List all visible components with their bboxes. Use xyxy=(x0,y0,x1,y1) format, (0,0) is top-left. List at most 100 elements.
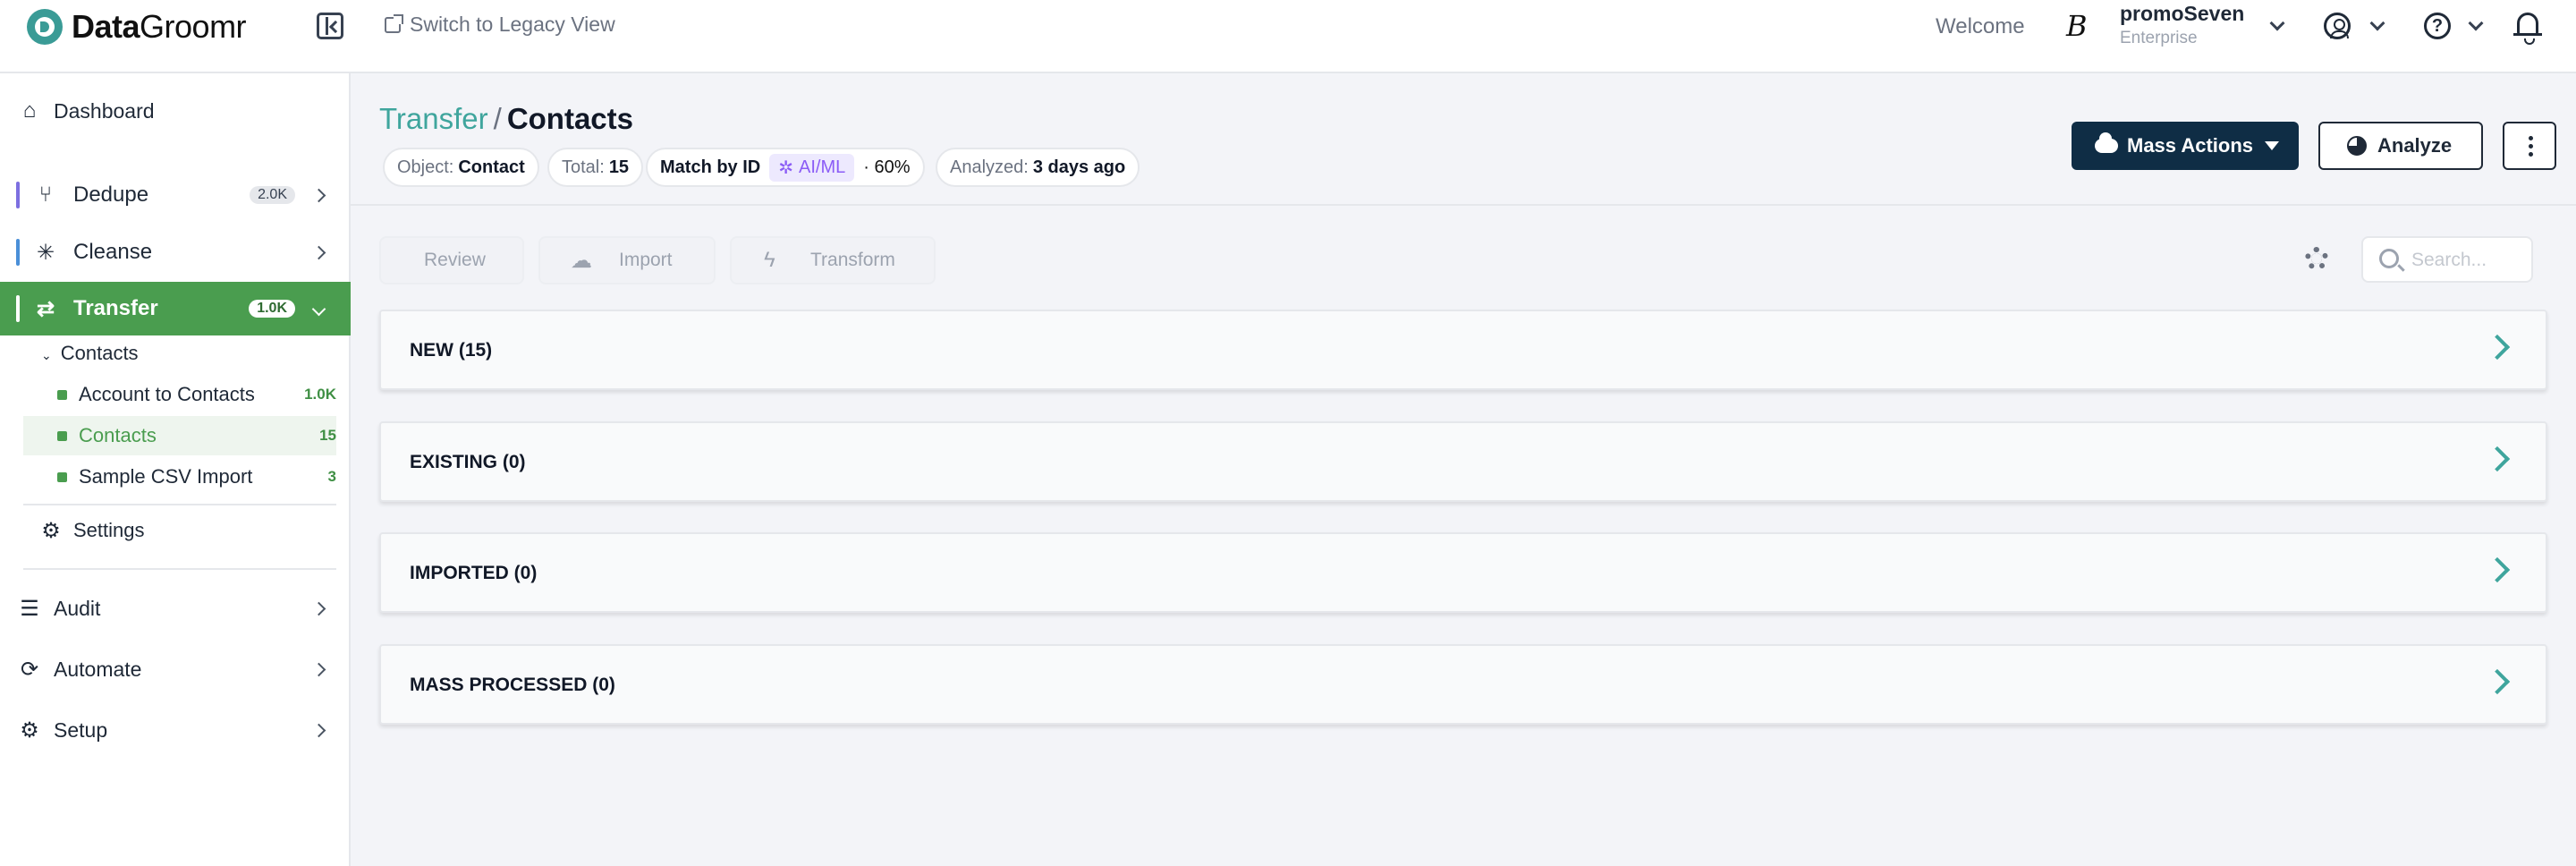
subitem-label: Account to Contacts xyxy=(79,383,255,405)
chip-value: Contact xyxy=(458,157,525,177)
sidebar-item-label: Dedupe xyxy=(73,183,149,207)
contacts-group[interactable]: ⌄ Contacts xyxy=(41,342,139,365)
sidebar-subitem-sample-csv-import[interactable]: Sample CSV Import 3 xyxy=(23,457,336,497)
sidebar-item-audit[interactable]: ☰ Audit xyxy=(0,585,351,632)
breadcrumb-transfer[interactable]: Transfer xyxy=(379,102,488,135)
section-label: EXISTING (0) xyxy=(410,452,526,472)
dedupe-count-badge: 2.0K xyxy=(250,186,295,204)
dedupe-accent xyxy=(16,182,20,208)
switch-legacy-label: Switch to Legacy View xyxy=(410,13,615,36)
search-icon xyxy=(2379,249,2399,268)
match-chip: Match by ID ✲ AI/ML · 60% xyxy=(646,148,925,187)
mass-actions-button[interactable]: Mass Actions xyxy=(2072,122,2299,170)
chip-value: 15 xyxy=(608,157,630,177)
sidebar-item-label: Automate xyxy=(54,657,142,681)
sidebar-subitem-account-to-contacts[interactable]: Account to Contacts 1.0K xyxy=(23,375,336,414)
chevron-right-icon xyxy=(311,188,326,202)
sidebar-item-cleanse[interactable]: ✳ Cleanse xyxy=(0,227,351,277)
sidebar-item-dedupe[interactable]: ⑂ Dedupe 2.0K xyxy=(0,170,351,220)
chip-label: Analyzed: xyxy=(950,157,1029,177)
status-dot xyxy=(57,389,67,400)
review-label: Review xyxy=(424,250,486,270)
status-dot xyxy=(57,471,67,482)
import-button[interactable]: ☁ Import xyxy=(538,236,716,284)
chevron-right-icon[interactable] xyxy=(2484,556,2511,583)
chevron-right-icon xyxy=(311,601,326,616)
subitem-label: Contacts xyxy=(79,424,157,446)
user-icon[interactable] xyxy=(2324,13,2351,39)
ai-icon: ✲ xyxy=(778,157,794,178)
sidebar-item-transfer[interactable]: ⇄ Transfer 1.0K xyxy=(0,282,351,335)
app-logo[interactable]: DataGroomr xyxy=(27,7,247,47)
settings-gear-icon: ⚙ xyxy=(41,518,61,543)
contacts-group-label: Contacts xyxy=(60,342,139,364)
org-plan: Enterprise xyxy=(2120,29,2198,47)
ai-ml-tag: ✲ AI/ML xyxy=(769,153,855,182)
page-title-text: Contacts xyxy=(506,102,633,135)
help-chevron-down-icon[interactable] xyxy=(2468,15,2484,31)
cleanse-icon: ✳ xyxy=(36,240,55,265)
logo-icon xyxy=(27,9,63,45)
status-dot xyxy=(57,430,67,441)
subitem-label: Sample CSV Import xyxy=(79,465,253,488)
section-label: IMPORTED (0) xyxy=(410,563,538,583)
object-chip: Object: Contact xyxy=(383,148,539,187)
analyzed-chip: Analyzed: 3 days ago xyxy=(936,148,1140,187)
audit-list-icon: ☰ xyxy=(20,596,39,621)
help-icon[interactable]: ? xyxy=(2424,13,2451,39)
chevron-down-icon xyxy=(311,301,326,316)
user-chevron-down-icon[interactable] xyxy=(2369,15,2385,31)
search-box[interactable] xyxy=(2361,236,2533,283)
subitem-count: 3 xyxy=(327,468,336,485)
search-input[interactable] xyxy=(2411,247,2528,274)
chevron-right-icon[interactable] xyxy=(2484,668,2511,695)
sidebar-collapse-icon[interactable] xyxy=(317,13,343,39)
transform-button[interactable]: ϟ Transform xyxy=(730,236,936,284)
import-label: Import xyxy=(619,250,673,270)
sidebar-item-label: Audit xyxy=(54,596,101,620)
chevron-right-icon[interactable] xyxy=(2484,334,2511,361)
external-link-icon xyxy=(385,13,403,33)
caret-down-icon[interactable] xyxy=(2265,141,2279,150)
section-new[interactable]: NEW (15) xyxy=(379,310,2547,390)
transform-label: Transform xyxy=(810,250,895,270)
transfer-accent xyxy=(16,295,20,322)
chevron-right-icon xyxy=(311,245,326,259)
review-button[interactable]: Review xyxy=(379,236,524,284)
ai-label: AI/ML xyxy=(799,157,846,177)
sidebar: ⌂ Dashboard ⑂ Dedupe 2.0K ✳ Cleanse ⇄ Tr… xyxy=(0,73,351,866)
sidebar-item-transfer-settings[interactable]: ⚙ Settings xyxy=(0,510,351,551)
sidebar-subitem-contacts[interactable]: Contacts 15 xyxy=(23,416,336,455)
cloud-upload-icon: ☁ xyxy=(571,248,592,273)
divider xyxy=(23,504,336,505)
sidebar-item-label: Transfer xyxy=(73,296,158,320)
section-mass-processed[interactable]: MASS PROCESSED (0) xyxy=(379,644,2547,725)
analyze-label: Analyze xyxy=(2377,134,2453,157)
sidebar-item-setup[interactable]: ⚙ Setup xyxy=(0,707,351,753)
chevron-right-icon xyxy=(311,723,326,737)
lightning-icon: ϟ xyxy=(764,248,775,272)
mass-actions-label: Mass Actions xyxy=(2127,134,2254,157)
sidebar-item-label: Settings xyxy=(73,519,145,541)
section-existing[interactable]: EXISTING (0) xyxy=(379,421,2547,502)
total-chip: Total: 15 xyxy=(547,148,644,187)
more-options-button[interactable] xyxy=(2503,122,2556,170)
switch-legacy-link[interactable]: Switch to Legacy View xyxy=(385,13,615,37)
gear-center xyxy=(2311,253,2322,264)
bell-icon[interactable] xyxy=(2513,13,2542,45)
automate-refresh-icon: ⟳ xyxy=(20,657,39,682)
sidebar-item-dashboard[interactable]: ⌂ Dashboard xyxy=(0,89,351,132)
page-title: Transfer / Contacts xyxy=(379,102,633,136)
org-name[interactable]: promoSeven xyxy=(2120,2,2244,26)
divider xyxy=(23,568,336,570)
section-imported[interactable]: IMPORTED (0) xyxy=(379,532,2547,613)
sidebar-item-automate[interactable]: ⟳ Automate xyxy=(0,646,351,692)
cloud-upload-icon xyxy=(2095,132,2118,153)
analyze-button[interactable]: Analyze xyxy=(2318,122,2483,170)
org-chevron-down-icon[interactable] xyxy=(2269,15,2285,31)
subitem-count: 15 xyxy=(319,427,336,444)
header-divider xyxy=(351,204,2576,206)
chevron-right-icon[interactable] xyxy=(2484,446,2511,472)
chevron-down-icon: ⌄ xyxy=(41,348,52,362)
section-label: MASS PROCESSED (0) xyxy=(410,675,615,695)
